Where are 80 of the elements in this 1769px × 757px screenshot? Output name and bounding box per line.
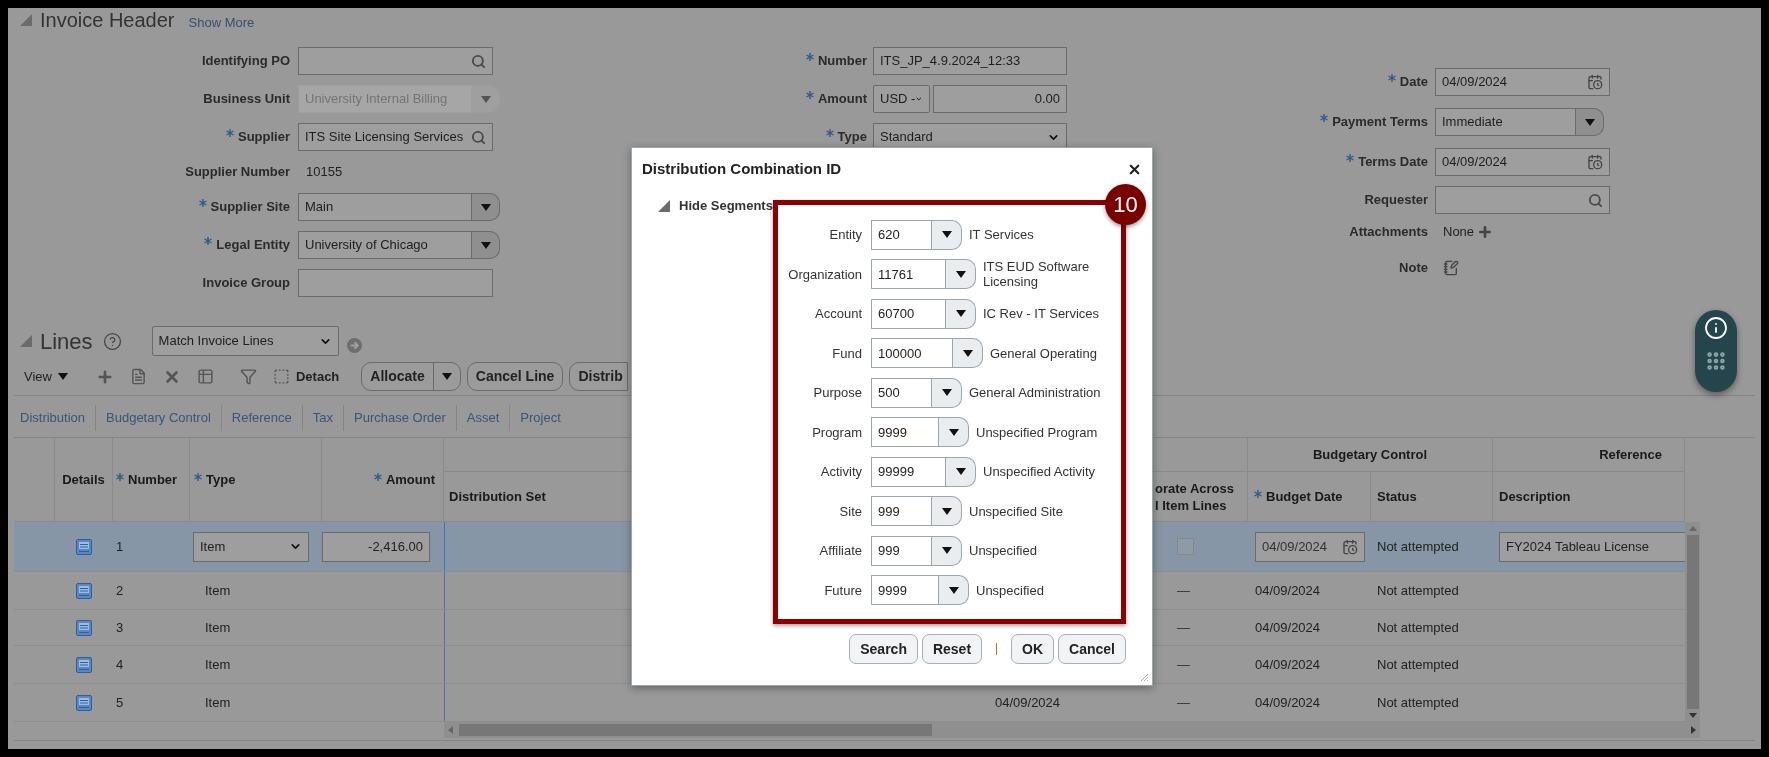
- field-value: 04/09/2024: [1262, 537, 1328, 556]
- table-cell-text: Item: [204, 581, 231, 600]
- field-label: Attachments: [1349, 223, 1428, 242]
- field-label: Business Unit: [203, 90, 290, 109]
- table-cell-text: Not attempted: [1377, 581, 1459, 600]
- segment-label: Purpose: [812, 384, 862, 402]
- field-label: Number: [817, 52, 867, 71]
- table-cell-text: Not attempted: [1377, 693, 1459, 712]
- column-group-header: Budgetary Control: [1312, 445, 1428, 464]
- field-value: None: [1443, 223, 1475, 242]
- segment-description: Unspecified: [976, 582, 1044, 598]
- table-cell-text: Item: [204, 693, 231, 712]
- segment-label: Site: [838, 502, 862, 521]
- field-value: 10155: [305, 163, 343, 182]
- table-cell-text: Not attempted: [1377, 537, 1459, 556]
- field-label: Legal Entity: [216, 236, 290, 255]
- segment-label: Future: [823, 581, 862, 600]
- table-cell-text: 4: [116, 655, 124, 674]
- segment-label: Affiliate: [818, 542, 862, 560]
- segment-label: Organization: [787, 265, 862, 284]
- column-header: Status: [1377, 488, 1417, 505]
- column-group-header: Reference: [1599, 445, 1662, 464]
- section-title: Lines: [40, 327, 93, 356]
- segment-description: Unspecified Site: [969, 503, 1063, 519]
- section-title: Invoice Header: [40, 8, 175, 32]
- column-header: Budget Date: [1266, 488, 1343, 505]
- field-label: Terms Date: [1358, 153, 1428, 172]
- table-cell-text: 04/09/2024: [995, 693, 1061, 712]
- segment-label: Fund: [831, 344, 862, 363]
- column-header: Number: [128, 471, 178, 488]
- table-cell-text: Not attempted: [1377, 618, 1459, 637]
- field-label: Supplier Site: [210, 198, 290, 217]
- segment-description: IT Services: [969, 227, 1034, 243]
- field-label: Date: [1399, 73, 1428, 92]
- column-header: orate Across l Item Lines: [1155, 479, 1234, 514]
- column-header: Details: [62, 471, 105, 488]
- segment-label: Activity: [819, 463, 862, 481]
- field-value: 04/09/2024: [1442, 153, 1508, 172]
- table-cell-text: 3: [116, 618, 124, 637]
- segment-description: Unspecified Activity: [983, 464, 1095, 480]
- table-cell-text: —: [1177, 655, 1190, 674]
- field-label: Amount: [817, 90, 867, 109]
- field-label: Identifying PO: [201, 52, 290, 71]
- field-label: Supplier: [238, 128, 290, 147]
- table-cell-text: Not attempted: [1377, 655, 1459, 674]
- column-header: Type: [206, 471, 236, 488]
- step-badge: 10: [1105, 184, 1146, 225]
- field-label: Note: [1399, 259, 1428, 278]
- segment-description: Unspecified Program: [976, 424, 1098, 440]
- column-header: Description: [1499, 488, 1571, 505]
- table-cell-text: 04/09/2024: [1255, 581, 1321, 600]
- segment-description: IC Rev - IT Services: [983, 306, 1100, 322]
- field-value: ITS Site Licensing Services: [305, 128, 464, 147]
- segment-label: Entity: [828, 226, 862, 244]
- table-cell-text: 5: [116, 693, 124, 712]
- segment-description: General Operating: [990, 345, 1097, 361]
- segment-description: General Administration: [969, 385, 1101, 401]
- table-cell-text: —: [1177, 581, 1190, 600]
- table-cell-text: Item: [204, 655, 231, 674]
- field-label: Supplier Number: [185, 163, 290, 182]
- column-header: Amount: [385, 471, 435, 488]
- field-value: 04/09/2024: [1442, 73, 1508, 92]
- segment-description: Unspecified: [969, 543, 1037, 559]
- segment-label: Program: [811, 423, 862, 442]
- segment-label: Account: [814, 305, 862, 323]
- table-cell-text: 04/09/2024: [1255, 618, 1321, 637]
- field-label: Invoice Group: [202, 274, 290, 293]
- table-cell-text: —: [1177, 693, 1190, 712]
- dialog-title: Distribution Combination ID: [642, 158, 842, 179]
- segment-description: ITS EUD Software Licensing: [983, 259, 1091, 290]
- table-cell-text: —: [1177, 618, 1190, 637]
- table-cell-text: 04/09/2024: [1255, 693, 1321, 712]
- table-cell-text: 04/09/2024: [1255, 655, 1321, 674]
- column-header: Distribution Set: [449, 488, 546, 505]
- field-label: Payment Terms: [1332, 113, 1428, 132]
- table-cell-text: 2: [116, 581, 124, 600]
- table-cell-text: 1: [116, 537, 124, 556]
- table-cell-text: Item: [204, 618, 231, 637]
- field-label: Type: [837, 128, 867, 147]
- field-label: Requester: [1364, 191, 1428, 210]
